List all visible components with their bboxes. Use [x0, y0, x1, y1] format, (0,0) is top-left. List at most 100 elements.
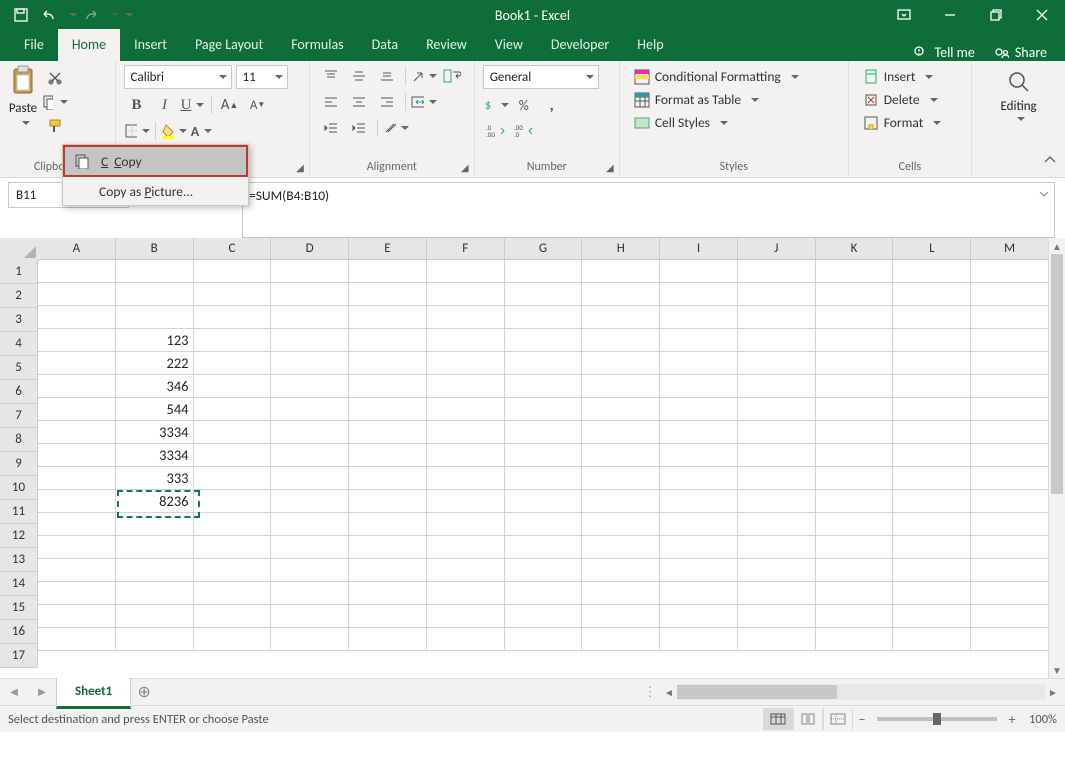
- cell-I8[interactable]: [660, 421, 738, 444]
- column-header-L[interactable]: L: [893, 238, 971, 260]
- cell-K15[interactable]: [816, 582, 894, 605]
- cell-L16[interactable]: [893, 605, 971, 628]
- cell-C5[interactable]: [194, 352, 272, 375]
- decrease-font-button[interactable]: A▼: [245, 94, 271, 116]
- number-format-combo[interactable]: General: [483, 65, 599, 89]
- tab-file[interactable]: File: [10, 29, 58, 61]
- cell-C6[interactable]: [194, 375, 272, 398]
- sheet-nav-prev[interactable]: ◄: [0, 679, 28, 705]
- cell-D5[interactable]: [271, 352, 349, 375]
- cell-A10[interactable]: [38, 467, 116, 490]
- cell-F7[interactable]: [427, 398, 505, 421]
- font-size-combo[interactable]: 11: [236, 65, 288, 89]
- column-header-F[interactable]: F: [427, 238, 505, 260]
- cell-B14[interactable]: [116, 559, 194, 582]
- cell-D4[interactable]: [271, 329, 349, 352]
- cell-G8[interactable]: [505, 421, 583, 444]
- cell-I9[interactable]: [660, 444, 738, 467]
- cell-B5[interactable]: 222: [116, 352, 194, 375]
- editing-dropdown[interactable]: [980, 112, 1057, 127]
- vertical-scrollbar[interactable]: ▲ ▼: [1048, 238, 1065, 678]
- cell-J12[interactable]: [738, 513, 816, 536]
- cell-J10[interactable]: [738, 467, 816, 490]
- cell-H11[interactable]: [582, 490, 660, 513]
- cell-K17[interactable]: [816, 628, 894, 651]
- cell-B6[interactable]: 346: [116, 375, 194, 398]
- cell-L1[interactable]: [893, 260, 971, 283]
- cell-J1[interactable]: [738, 260, 816, 283]
- conditional-formatting-button[interactable]: Conditional Formatting: [628, 65, 840, 88]
- redo-dropdown[interactable]: [106, 1, 118, 29]
- paste-button[interactable]: Paste: [8, 65, 38, 131]
- number-dialog-launcher[interactable]: ◢: [603, 160, 617, 174]
- cell-G12[interactable]: [505, 513, 583, 536]
- row-header-9[interactable]: 9: [0, 452, 38, 476]
- cell-E5[interactable]: [349, 352, 427, 375]
- cell-E14[interactable]: [349, 559, 427, 582]
- cell-G14[interactable]: [505, 559, 583, 582]
- cell-J17[interactable]: [738, 628, 816, 651]
- cell-F8[interactable]: [427, 421, 505, 444]
- hscroll-track[interactable]: [677, 684, 1045, 700]
- cell-E1[interactable]: [349, 260, 427, 283]
- cell-H2[interactable]: [582, 283, 660, 306]
- column-header-I[interactable]: I: [660, 238, 738, 260]
- cell-I5[interactable]: [660, 352, 738, 375]
- cell-L11[interactable]: [893, 490, 971, 513]
- normal-view-button[interactable]: [763, 708, 793, 730]
- orientation-button[interactable]: [411, 65, 437, 87]
- cell-A14[interactable]: [38, 559, 116, 582]
- cell-D12[interactable]: [271, 513, 349, 536]
- editing-find-button[interactable]: [980, 69, 1057, 99]
- cell-A2[interactable]: [38, 283, 116, 306]
- cell-I17[interactable]: [660, 628, 738, 651]
- minimize-button[interactable]: [927, 0, 973, 30]
- cell-C8[interactable]: [194, 421, 272, 444]
- cell-E11[interactable]: [349, 490, 427, 513]
- align-top-button[interactable]: [318, 65, 344, 87]
- cell-J13[interactable]: [738, 536, 816, 559]
- cell-K13[interactable]: [816, 536, 894, 559]
- cell-B3[interactable]: [116, 306, 194, 329]
- cell-A1[interactable]: [38, 260, 116, 283]
- cell-I6[interactable]: [660, 375, 738, 398]
- cell-E6[interactable]: [349, 375, 427, 398]
- cell-H3[interactable]: [582, 306, 660, 329]
- row-header-2[interactable]: 2: [0, 284, 38, 308]
- underline-button[interactable]: U: [180, 94, 206, 116]
- cell-D8[interactable]: [271, 421, 349, 444]
- cell-I13[interactable]: [660, 536, 738, 559]
- increase-decimal-button[interactable]: .0.00: [483, 120, 509, 142]
- tab-pagelayout[interactable]: Page Layout: [181, 29, 277, 61]
- new-sheet-button[interactable]: ⊕: [131, 679, 157, 705]
- cell-D14[interactable]: [271, 559, 349, 582]
- cell-E4[interactable]: [349, 329, 427, 352]
- format-painter-button[interactable]: [42, 115, 68, 137]
- undo-dropdown[interactable]: [64, 1, 76, 29]
- cell-F14[interactable]: [427, 559, 505, 582]
- cell-A12[interactable]: [38, 513, 116, 536]
- cell-F17[interactable]: [427, 628, 505, 651]
- decrease-indent-button[interactable]: [318, 117, 344, 139]
- cell-D13[interactable]: [271, 536, 349, 559]
- zoom-in-button[interactable]: +: [1003, 711, 1021, 728]
- column-header-D[interactable]: D: [271, 238, 349, 260]
- cell-C2[interactable]: [194, 283, 272, 306]
- cell-F12[interactable]: [427, 513, 505, 536]
- comma-format-button[interactable]: ,: [539, 94, 565, 116]
- cell-D16[interactable]: [271, 605, 349, 628]
- column-header-J[interactable]: J: [738, 238, 816, 260]
- cell-J3[interactable]: [738, 306, 816, 329]
- cell-H16[interactable]: [582, 605, 660, 628]
- cell-L15[interactable]: [893, 582, 971, 605]
- copy-menu-copy[interactable]: C Copy Copy Copy: [65, 147, 246, 175]
- row-header-1[interactable]: 1: [0, 260, 38, 284]
- scroll-down-button[interactable]: ▼: [1049, 662, 1065, 678]
- cell-L12[interactable]: [893, 513, 971, 536]
- align-right-button[interactable]: [374, 91, 400, 113]
- redo-button[interactable]: [78, 1, 104, 29]
- cell-B11[interactable]: 8236: [116, 490, 194, 513]
- cell-L9[interactable]: [893, 444, 971, 467]
- cell-A9[interactable]: [38, 444, 116, 467]
- cell-C4[interactable]: [194, 329, 272, 352]
